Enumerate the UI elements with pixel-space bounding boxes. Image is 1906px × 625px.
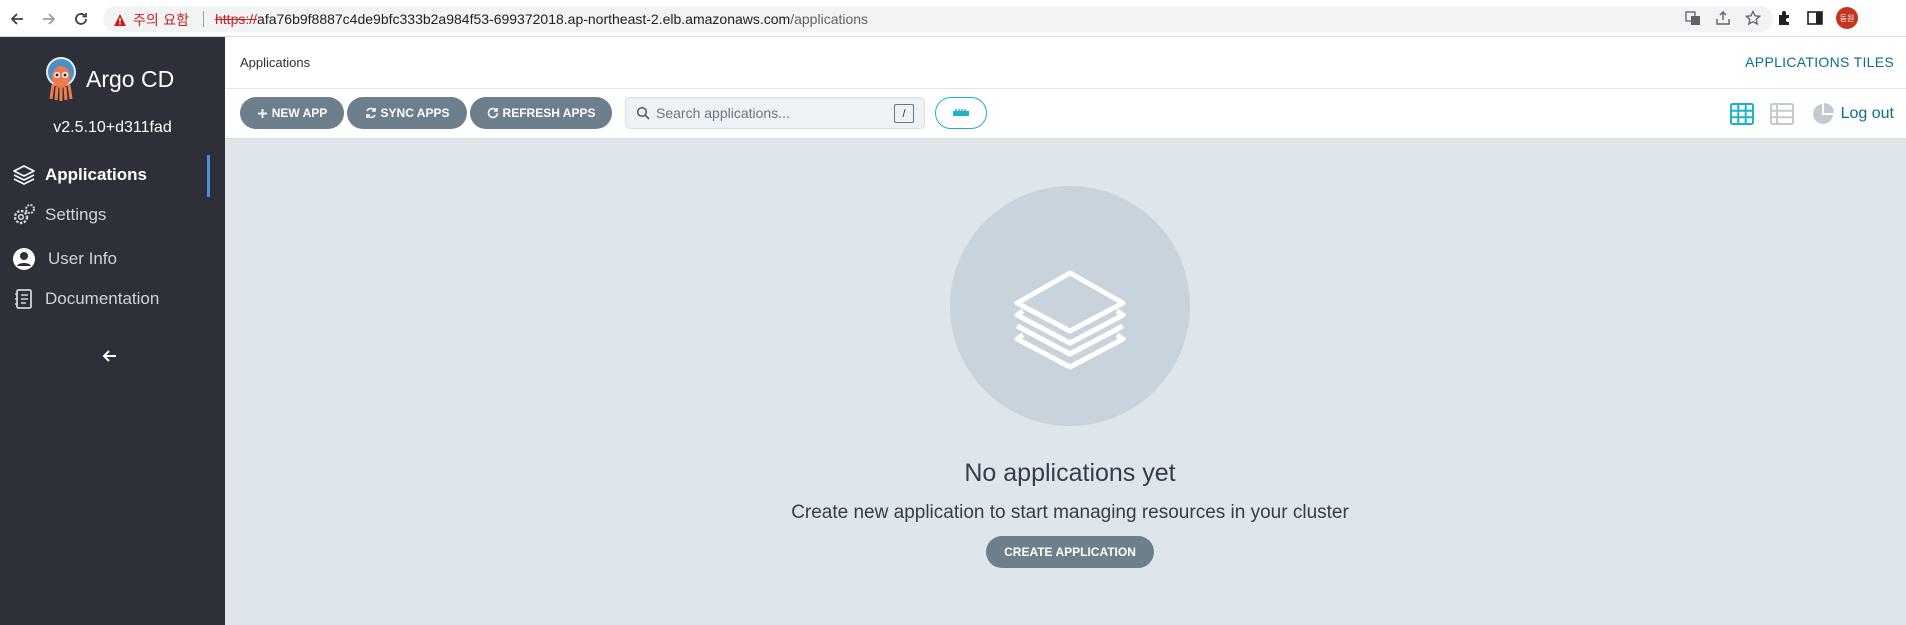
empty-state: No applications yet Create new applicati… (225, 139, 1906, 625)
list-icon (1770, 103, 1794, 125)
url-path: /applications (790, 11, 869, 27)
translate-icon[interactable] (1685, 10, 1701, 26)
sidebar-item-user-info[interactable]: User Info (0, 239, 225, 279)
sidebar-menu: Applications Settings User Info Document… (0, 155, 225, 319)
url-host: afa76b9f8887c4de9bfc333b2a984f53-6993720… (257, 11, 791, 27)
sidebar-item-documentation[interactable]: Documentation (0, 279, 225, 319)
sync-apps-label: SYNC APPS (380, 106, 450, 120)
arrow-left-icon (102, 350, 116, 362)
reload-button[interactable] (70, 8, 92, 30)
summary-view-button[interactable] (1810, 101, 1836, 127)
arrow-left-icon (10, 13, 23, 25)
toolbar: NEW APP SYNC APPS REFRESH APPS / Log out (225, 89, 1906, 139)
warning-triangle-icon (114, 14, 126, 26)
breadcrumb[interactable]: Applications (240, 55, 310, 70)
sidebar-item-applications[interactable]: Applications (0, 155, 225, 197)
search-box: / (625, 97, 925, 129)
top-bar: Applications APPLICATIONS TILES (225, 37, 1906, 89)
user-circle-icon (12, 247, 36, 271)
url-scheme: https:// (215, 11, 258, 27)
sidebar: Argo CD v2.5.10+d311fad Applications Set… (0, 37, 225, 625)
search-input[interactable] (656, 103, 886, 123)
empty-state-illustration (950, 186, 1190, 426)
refresh-apps-button[interactable]: REFRESH APPS (470, 97, 612, 129)
logout-link[interactable]: Log out (1841, 105, 1894, 123)
search-icon (636, 106, 650, 120)
argo-octopus-logo-icon (46, 57, 76, 101)
new-app-button[interactable]: NEW APP (240, 97, 344, 129)
layers-icon (12, 163, 36, 187)
sidebar-item-label: Documentation (45, 289, 160, 308)
list-view-button[interactable] (1769, 101, 1795, 127)
more-menu-icon[interactable] (1870, 9, 1876, 27)
book-icon (12, 287, 36, 311)
grid-icon (1730, 103, 1754, 125)
gears-icon (12, 203, 36, 227)
address-separator (203, 11, 204, 27)
filter-icon (953, 109, 969, 116)
search-shortcut-key: / (894, 104, 914, 123)
bookmark-star-icon[interactable] (1745, 10, 1761, 26)
browser-chrome: 주의 요함 https://afa76b9f8887c4de9bfc333b2a… (0, 0, 1906, 37)
new-app-label: NEW APP (271, 106, 328, 120)
tiles-view-button[interactable] (1729, 101, 1755, 127)
collapse-sidebar-button[interactable] (98, 344, 122, 368)
sync-icon (365, 107, 376, 119)
extensions-puzzle-icon[interactable] (1776, 9, 1794, 27)
address-bar[interactable]: 주의 요함 https://afa76b9f8887c4de9bfc333b2a… (103, 6, 1773, 32)
security-warning[interactable]: 주의 요함 (113, 10, 189, 30)
sync-apps-button[interactable]: SYNC APPS (347, 97, 467, 129)
filter-toggle-button[interactable] (935, 97, 987, 129)
side-panel-icon[interactable] (1806, 9, 1824, 27)
forward-button[interactable] (38, 8, 60, 30)
security-warning-label: 주의 요함 (133, 13, 189, 29)
sidebar-item-settings[interactable]: Settings (0, 195, 225, 235)
plus-icon (257, 108, 267, 118)
reload-icon (75, 13, 87, 25)
argo-logo[interactable]: Argo CD (42, 55, 174, 103)
sidebar-item-label: Applications (45, 165, 148, 184)
share-icon[interactable] (1715, 10, 1731, 26)
back-button[interactable] (6, 8, 28, 30)
sidebar-item-label: Settings (45, 205, 107, 224)
create-application-button[interactable]: CREATE APPLICATION (986, 536, 1154, 568)
arrow-right-icon (43, 13, 56, 25)
profile-avatar[interactable]: 동원 (1836, 7, 1858, 29)
pie-chart-icon (1813, 103, 1834, 124)
refresh-apps-label: REFRESH APPS (502, 106, 596, 120)
refresh-icon (487, 107, 498, 119)
empty-state-title: No applications yet (964, 459, 1176, 487)
version-label: v2.5.10+d311fad (53, 119, 172, 136)
sidebar-item-label: User Info (48, 249, 117, 268)
layers-icon (1014, 270, 1126, 370)
page-title: APPLICATIONS TILES (1745, 54, 1894, 70)
logo-text: Argo CD (86, 65, 175, 92)
empty-state-subtitle: Create new application to start managing… (791, 502, 1349, 523)
profile-avatar-label: 동원 (1839, 13, 1855, 23)
url-text: https://afa76b9f8887c4de9bfc333b2a984f53… (215, 11, 868, 27)
